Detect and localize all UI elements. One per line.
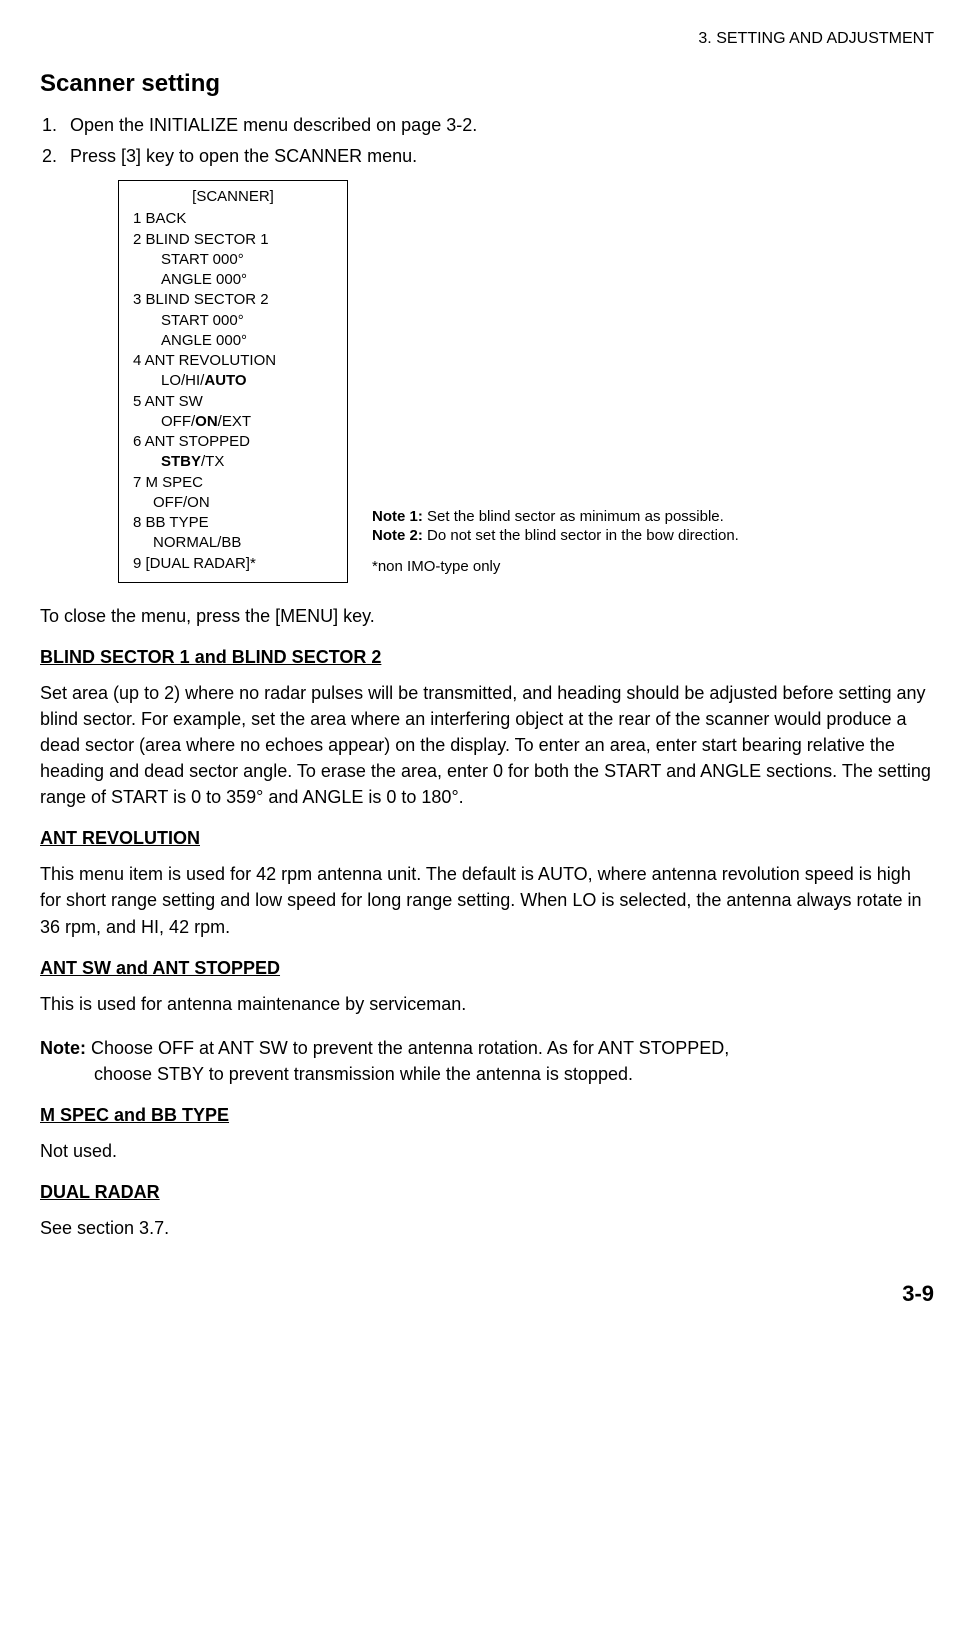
scanner-menu-box: [SCANNER] 1 BACK 2 BLIND SECTOR 1 START … [118,180,348,583]
note-1: Note 1: Set the blind sector as minimum … [372,508,739,525]
menu-line: START 000° [133,250,333,270]
step-number: 2. [42,143,70,170]
menu-side-notes: Note 1: Set the blind sector as minimum … [372,508,739,583]
menu-line: 9 [DUAL RADAR]* [133,554,333,574]
section-body: Not used. [40,1138,934,1164]
note-2: Note 2: Do not set the blind sector in t… [372,527,739,544]
step-2: 2. Press [3] key to open the SCANNER men… [42,143,934,170]
menu-line: 4 ANT REVOLUTION [133,351,333,371]
close-instruction: To close the menu, press the [MENU] key. [40,603,934,629]
page-title: Scanner setting [40,70,934,98]
step-number: 1. [42,112,70,139]
menu-line: 2 BLIND SECTOR 1 [133,230,333,250]
menu-line: 6 ANT STOPPED [133,432,333,452]
section-body: Set area (up to 2) where no radar pulses… [40,680,934,810]
menu-line: ANGLE 000° [133,331,333,351]
footnote: *non IMO-type only [372,558,739,575]
menu-line: LO/HI/AUTO [133,371,333,391]
menu-line: STBY/TX [133,452,333,472]
menu-line: OFF/ON [133,493,333,513]
step-text: Open the INITIALIZE menu described on pa… [70,112,477,139]
step-1: 1. Open the INITIALIZE menu described on… [42,112,934,139]
steps-list: 1. Open the INITIALIZE menu described on… [42,112,934,170]
page-number: 3-9 [40,1281,934,1307]
menu-line: OFF/ON/EXT [133,412,333,432]
menu-figure: [SCANNER] 1 BACK 2 BLIND SECTOR 1 START … [118,180,934,583]
section-heading-dual-radar: DUAL RADAR [40,1182,934,1203]
section-heading-ant-sw: ANT SW and ANT STOPPED [40,958,934,979]
menu-line: 5 ANT SW [133,392,333,412]
section-body: See section 3.7. [40,1215,934,1241]
menu-line: 1 BACK [133,209,333,229]
step-text: Press [3] key to open the SCANNER menu. [70,143,417,170]
section-heading-mspec: M SPEC and BB TYPE [40,1105,934,1126]
menu-title: [SCANNER] [133,187,333,207]
menu-line: 7 M SPEC [133,473,333,493]
section-body: This is used for antenna maintenance by … [40,991,934,1017]
chapter-header: 3. SETTING AND ADJUSTMENT [40,30,934,48]
menu-line: ANGLE 000° [133,270,333,290]
section-heading-ant-revolution: ANT REVOLUTION [40,828,934,849]
section-body: This menu item is used for 42 rpm antenn… [40,861,934,939]
menu-line: 8 BB TYPE [133,513,333,533]
menu-line: 3 BLIND SECTOR 2 [133,290,333,310]
menu-line: NORMAL/BB [133,533,333,553]
menu-line: START 000° [133,311,333,331]
note-block: Note: Choose OFF at ANT SW to prevent th… [40,1035,934,1087]
section-heading-blind-sector: BLIND SECTOR 1 and BLIND SECTOR 2 [40,647,934,668]
